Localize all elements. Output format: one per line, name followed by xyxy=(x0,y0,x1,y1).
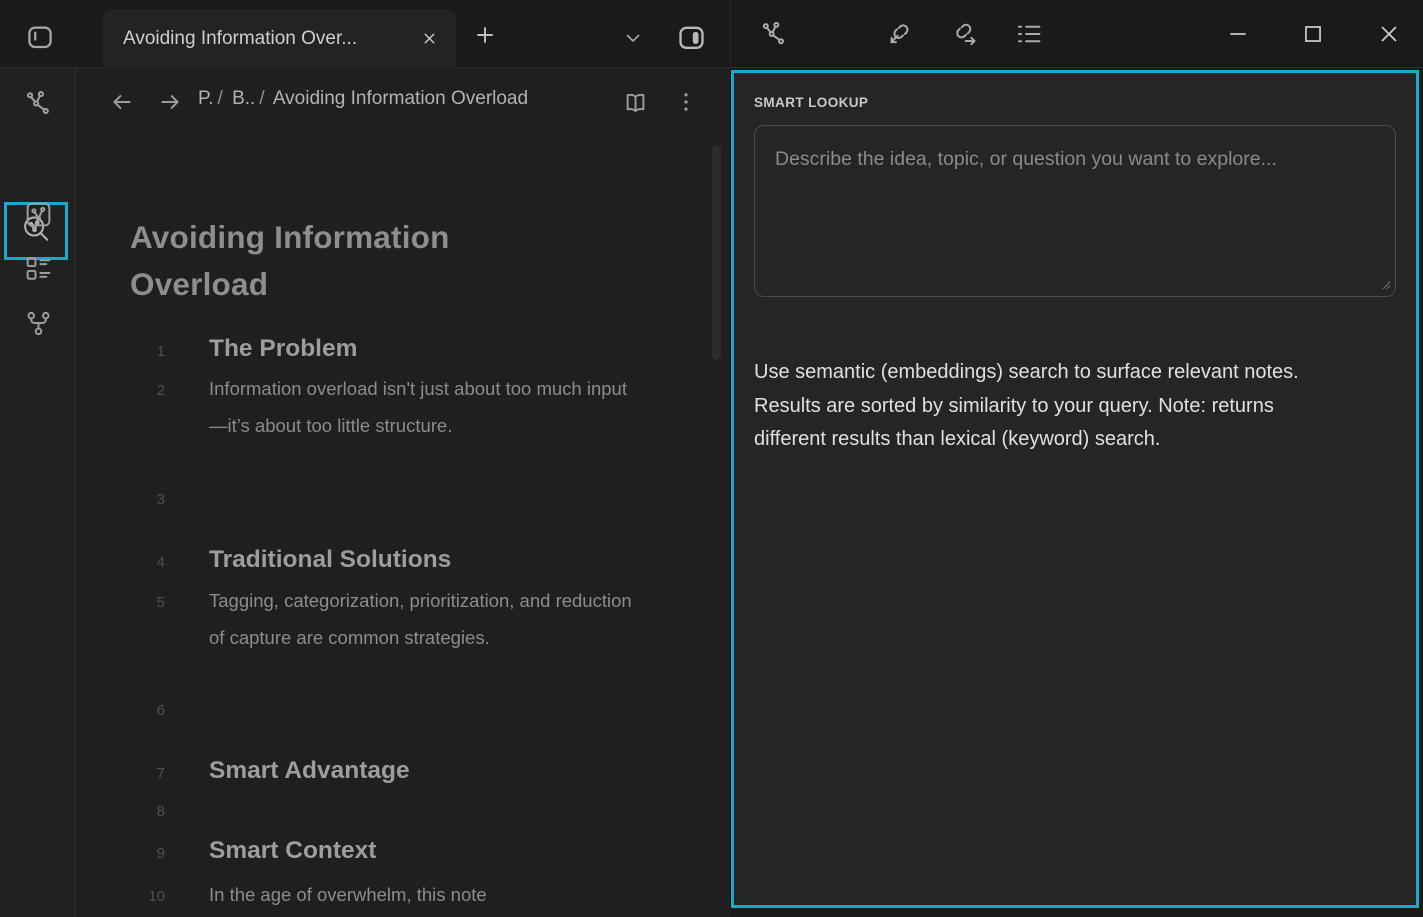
window-close-button[interactable] xyxy=(1369,14,1409,54)
book-open-icon xyxy=(622,89,649,116)
smart-lookup-panel: SMART LOOKUP Use semantic (embeddings) s… xyxy=(731,70,1419,908)
arrow-left-icon xyxy=(109,89,135,115)
reading-mode-button[interactable] xyxy=(617,84,653,120)
forward-button[interactable] xyxy=(152,84,188,120)
line-number: 5 xyxy=(90,585,165,622)
link-incoming-button[interactable] xyxy=(880,14,920,54)
tab-avoiding-information-overload[interactable]: Avoiding Information Over... xyxy=(103,9,456,68)
smart-connections-icon xyxy=(760,20,788,48)
line-number: 8 xyxy=(90,794,165,830)
line-number: 1 xyxy=(90,333,165,370)
kebab-menu-icon xyxy=(673,89,699,115)
doc-line-6[interactable]: 6 xyxy=(90,693,710,729)
line-number: 7 xyxy=(90,755,165,792)
breadcrumb: P./ B../ Avoiding Information Overload xyxy=(198,88,528,110)
panel-heading: SMART LOOKUP xyxy=(754,95,1396,110)
doc-line-1[interactable]: 1The Problem xyxy=(90,330,710,370)
doc-line-7[interactable]: 7Smart Advantage xyxy=(90,752,710,792)
rail-fork-button[interactable] xyxy=(8,300,68,352)
rail-smart-graph-button[interactable] xyxy=(8,191,68,243)
editor-pane[interactable]: P./ B../ Avoiding Information Overload A… xyxy=(76,68,730,917)
doc-line-8[interactable]: 8 xyxy=(90,794,710,830)
doc-line-9[interactable]: 9Smart Context xyxy=(90,832,710,872)
app-window: :root{--accent:#18a9cd;} Avoiding Inform… xyxy=(0,0,1423,917)
new-tab-button[interactable] xyxy=(469,19,501,51)
paragraph-text[interactable]: Information overload isn't just about to… xyxy=(165,371,633,444)
paragraph-text[interactable]: Tagging, categorization, prioritization,… xyxy=(165,583,633,656)
blocks-list-icon xyxy=(24,254,53,288)
list-button[interactable] xyxy=(1009,14,1049,54)
tab-close-icon[interactable] xyxy=(416,26,442,52)
doc-line-4[interactable]: 4Traditional Solutions xyxy=(90,541,710,581)
link-outgoing-icon xyxy=(950,20,978,48)
sidebar-right-toggle-button[interactable] xyxy=(672,17,710,57)
right-panel-toolbar xyxy=(730,0,1423,68)
section-heading[interactable]: The Problem xyxy=(165,330,633,367)
close-icon xyxy=(1376,21,1402,47)
link-incoming-icon xyxy=(886,20,914,48)
lookup-query-input[interactable] xyxy=(754,125,1396,297)
line-number: 3 xyxy=(90,482,165,518)
lookup-help-text: Use semantic (embeddings) search to surf… xyxy=(754,356,1346,457)
section-heading[interactable]: Smart Advantage xyxy=(165,752,633,789)
breadcrumb-separator: / xyxy=(255,88,268,109)
left-icon-rail xyxy=(0,68,76,917)
sidebar-left-toggle-button[interactable] xyxy=(20,17,60,57)
smart-connections-icon xyxy=(24,89,53,123)
rail-blocks-button[interactable] xyxy=(8,245,68,297)
tab-title: Avoiding Information Over... xyxy=(123,28,416,50)
rail-smart-connections-button[interactable] xyxy=(8,80,68,132)
window-minimize-button[interactable] xyxy=(1218,14,1258,54)
doc-line-2[interactable]: 2Information overload isn't just about t… xyxy=(90,371,710,444)
plus-icon xyxy=(472,22,498,48)
section-heading[interactable]: Traditional Solutions xyxy=(165,541,633,578)
maximize-icon xyxy=(1300,21,1326,47)
sidebar-left-toggle-icon xyxy=(25,22,55,52)
minimize-icon xyxy=(1225,21,1251,47)
section-heading[interactable]: Smart Context xyxy=(165,832,633,869)
sidebar-right-toggle-icon xyxy=(676,22,707,53)
lookup-input-wrap xyxy=(754,125,1396,302)
doc-line-10[interactable]: 10In the age of overwhelm, this note xyxy=(90,877,710,916)
breadcrumb-current-note[interactable]: Avoiding Information Overload xyxy=(273,88,528,109)
note-title[interactable]: Avoiding Information Overload xyxy=(130,214,580,308)
breadcrumb-folder[interactable]: P. xyxy=(198,88,214,109)
doc-line-5[interactable]: 5Tagging, categorization, prioritization… xyxy=(90,583,710,656)
list-icon xyxy=(1015,20,1043,48)
graph-box-icon xyxy=(24,200,53,234)
paragraph-text[interactable]: In the age of overwhelm, this note xyxy=(165,877,633,914)
line-number: 4 xyxy=(90,544,165,581)
breadcrumb-folder[interactable]: B.. xyxy=(232,88,255,109)
line-number: 9 xyxy=(90,835,165,872)
line-number: 10 xyxy=(90,879,165,916)
back-button[interactable] xyxy=(104,84,140,120)
fork-icon xyxy=(24,309,53,343)
editor-scrollbar-thumb[interactable] xyxy=(712,145,721,360)
tab-list-button[interactable] xyxy=(617,22,649,54)
line-number: 2 xyxy=(90,373,165,410)
arrow-right-icon xyxy=(157,89,183,115)
link-outgoing-button[interactable] xyxy=(944,14,984,54)
doc-line-3[interactable]: 3 xyxy=(90,482,710,518)
breadcrumb-separator: / xyxy=(214,88,227,109)
more-options-button[interactable] xyxy=(668,84,704,120)
chevron-down-icon xyxy=(621,26,645,50)
smart-connections-button[interactable] xyxy=(754,14,794,54)
line-number: 6 xyxy=(90,693,165,729)
window-maximize-button[interactable] xyxy=(1293,14,1333,54)
titlebar: Avoiding Information Over... xyxy=(0,0,1423,68)
